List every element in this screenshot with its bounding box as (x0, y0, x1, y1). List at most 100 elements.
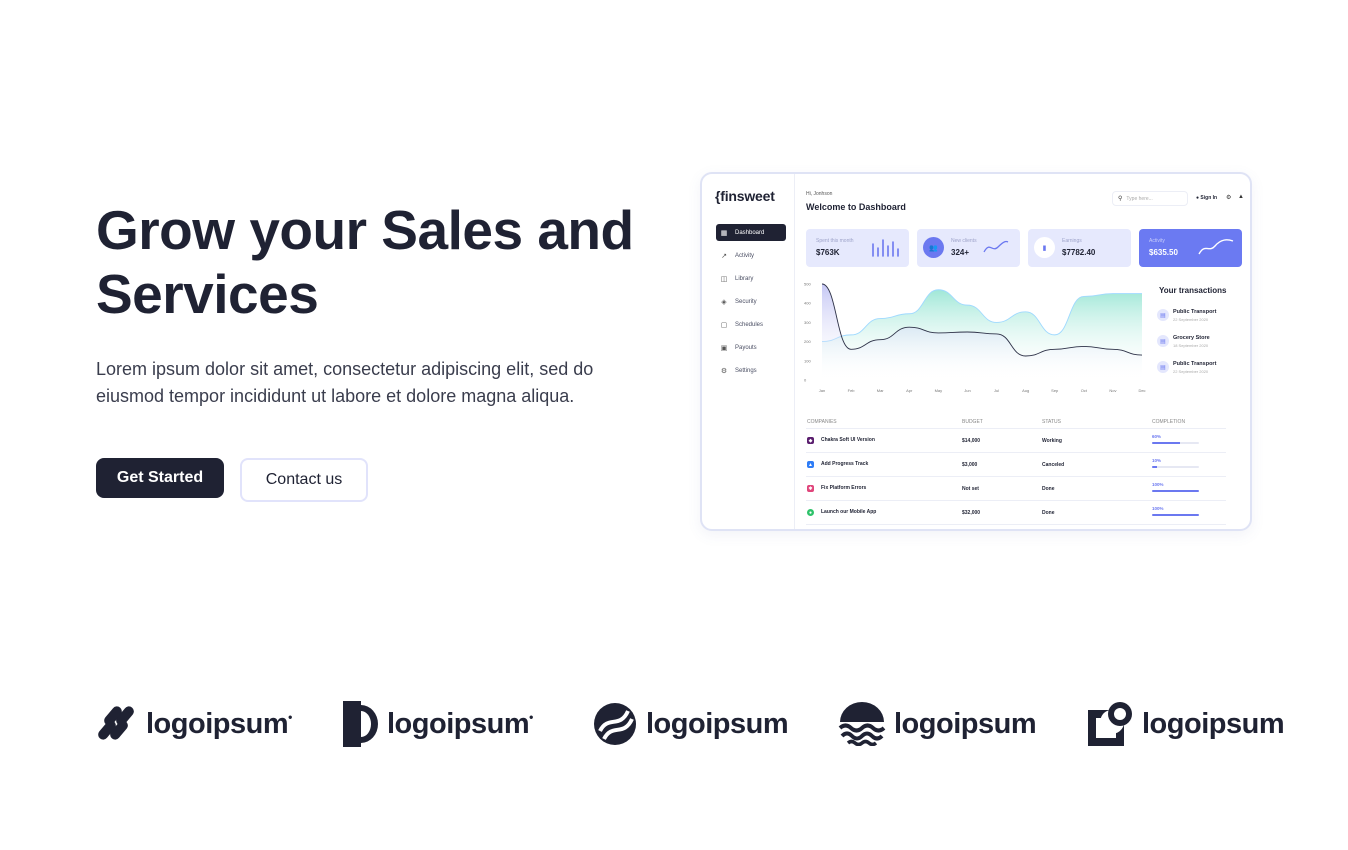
hero-title: Grow your Sales and Services (96, 199, 634, 325)
x-tick-label: Apr (906, 388, 913, 393)
transaction-icon: ▤ (1157, 309, 1169, 321)
y-tick-label: 100 (804, 358, 811, 363)
sidebar-item-dashboard: ▦ Dashboard (716, 224, 786, 241)
stat-card-earnings: ▮ Earnings $7782.40 (1028, 229, 1131, 267)
budget-cell: Not set (962, 486, 979, 492)
company-name: Launch our Mobile App (821, 509, 877, 515)
stat-card-activity: Activity $635.50 (1139, 229, 1242, 267)
trend-icon: ↗ (721, 252, 727, 260)
sign-in-label: Sign In (1200, 195, 1218, 201)
card-value: 324+ (951, 248, 970, 257)
table-row: ◆ Chakra Soft UI Version $14,000 Working… (806, 429, 1226, 453)
transaction-name: Public Transport (1173, 361, 1217, 367)
company-name: Chakra Soft UI Version (821, 437, 875, 443)
mini-wave-chart (1198, 239, 1234, 255)
brand-logo: {finsweet (715, 188, 775, 204)
sidebar-item-label: Activity (735, 252, 755, 259)
completion-bar (1152, 466, 1199, 468)
greeting-text: Hi, Jonhson (806, 191, 833, 197)
completion-bar (1152, 490, 1199, 492)
budget-cell: $3,000 (962, 462, 978, 468)
waves-icon (838, 702, 886, 746)
x-tick-label: Feb (848, 388, 856, 393)
square-circle-icon (1088, 702, 1132, 746)
status-cell: Done (1042, 510, 1055, 516)
transaction-name: Grocery Store (1173, 335, 1210, 341)
area-chart: 500 400 300 200 100 0 Jan Feb Mar Apr May Jun Jul Aug… (804, 282, 1146, 394)
half-circle-icon (343, 701, 378, 747)
dashboard-preview: {finsweet ▦ Dashboard ↗ Activity ◫ Library … (700, 172, 1252, 531)
mini-line-chart (983, 240, 1009, 253)
completion-percent: 10% (1152, 458, 1162, 463)
table-row: ✱ Fix Platform Errors Not set Done 100% (806, 477, 1226, 501)
card-label: Spent this month (816, 238, 854, 244)
y-tick-label: 400 (804, 301, 811, 306)
sign-in-link: ● Sign In (1196, 195, 1217, 201)
y-tick-label: 0 (804, 378, 807, 383)
sidebar-item-payouts: ▣ Payouts (716, 339, 786, 356)
shield-icon: ◈ (721, 298, 727, 306)
sidebar-item-label: Settings (735, 367, 757, 374)
search-placeholder: Type here... (1126, 195, 1153, 202)
completion-percent: 100% (1152, 482, 1164, 487)
card-value: $7782.40 (1062, 248, 1096, 257)
partner-logo-5: logoipsum (1086, 700, 1285, 748)
x-tick-label: Jul (994, 388, 999, 393)
sidebar-item-label: Schedules (735, 321, 764, 328)
sidebar-item-library: ◫ Library (716, 270, 786, 287)
sidebar-nav: ▦ Dashboard ↗ Activity ◫ Library ◈ Security … (716, 224, 786, 385)
card-value: $763K (816, 248, 840, 257)
wallet-icon: ▣ (720, 344, 728, 352)
x-tick-label: May (935, 388, 943, 393)
column-header: STATUS (1042, 419, 1061, 425)
partner-logo-3: logoipsum (592, 700, 789, 748)
transaction-name: Public Transport (1173, 309, 1217, 315)
table-header: COMPANIES BUDGET STATUS COMPLETION (806, 414, 1226, 429)
column-header: COMPANIES (807, 419, 837, 425)
company-icon: ▲ (807, 461, 814, 468)
company-name: Add Progress Track (821, 461, 869, 467)
search-icon: ⚲ (1118, 196, 1123, 202)
completion-percent: 60% (1152, 434, 1162, 439)
logo-wordmark: logoipsum (146, 707, 289, 740)
user-icon: ● (1196, 195, 1200, 201)
sidebar-item-security: ◈ Security (716, 293, 786, 310)
transaction-date: 22 September 2020 (1173, 317, 1209, 322)
dashboard-sidebar: {finsweet ▦ Dashboard ↗ Activity ◫ Library … (702, 174, 795, 529)
partner-logo-4: logoipsum (838, 700, 1037, 748)
sidebar-item-label: Security (735, 298, 757, 305)
sidebar-item-label: Dashboard (735, 229, 765, 236)
x-tick-label: Nov (1109, 388, 1116, 393)
transaction-date: 18 September 2020 (1173, 343, 1209, 348)
calendar-icon: ▢ (720, 321, 728, 329)
partner-logo-1: logoipsum • (96, 700, 292, 748)
sidebar-item-activity: ↗ Activity (716, 247, 786, 264)
gear-icon: ⚙ (1226, 195, 1232, 201)
striped-circle-icon (594, 703, 636, 745)
search-input: ⚲ Type here... (1112, 191, 1188, 206)
contact-us-button[interactable]: Contact us (240, 458, 368, 502)
table-row: ▲ Add Progress Track $3,000 Canceled 10% (806, 453, 1226, 477)
transaction-icon: ▤ (1157, 335, 1169, 347)
bell-icon: ▲ (1238, 194, 1244, 200)
registered-dot: • (288, 710, 293, 724)
company-icon: ◆ (807, 437, 814, 444)
budget-cell: $14,000 (962, 438, 981, 444)
get-started-button[interactable]: Get Started (96, 458, 224, 498)
sidebar-item-schedules: ▢ Schedules (716, 316, 786, 333)
bag-icon: ◫ (720, 275, 728, 283)
table-row: ● Launch our Mobile App $32,000 Done 100… (806, 501, 1226, 525)
column-header: BUDGET (962, 419, 983, 425)
status-cell: Working (1042, 438, 1062, 444)
x-tick-label: Mar (877, 388, 885, 393)
x-tick-label: Jan (819, 388, 825, 393)
budget-cell: $32,000 (962, 510, 981, 516)
x-tick-label: Dec (1138, 388, 1145, 393)
transactions-title: Your transactions (1159, 286, 1227, 295)
transaction-item: ▤ Public Transport 22 September 2020 (1157, 358, 1247, 378)
users-icon: 👥 (923, 237, 944, 258)
transaction-item: ▤ Grocery Store 18 September 2020 (1157, 332, 1247, 352)
dashboard-title: Welcome to Dashboard (806, 202, 906, 212)
logo-wordmark: logoipsum (894, 707, 1037, 740)
status-cell: Done (1042, 486, 1055, 492)
